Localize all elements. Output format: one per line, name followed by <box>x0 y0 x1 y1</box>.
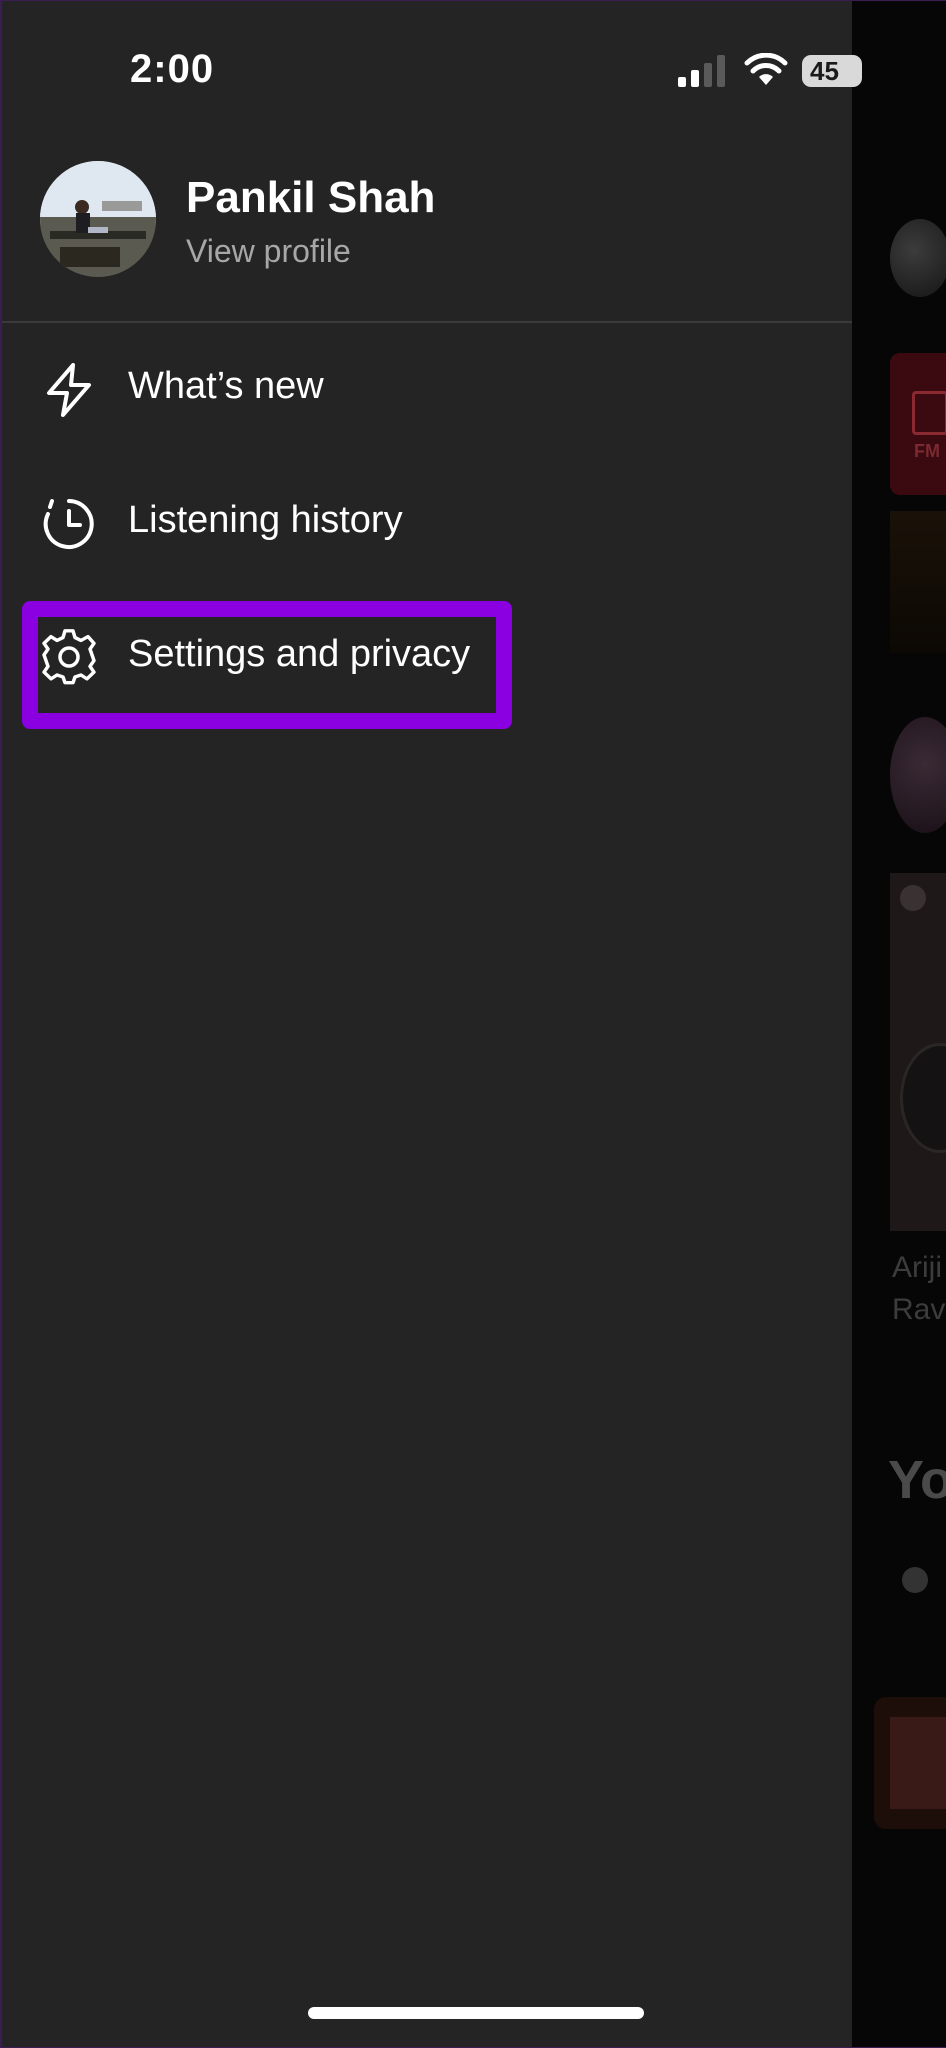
divider <box>2 321 852 323</box>
menu-item-listening-history[interactable]: Listening history <box>40 483 820 573</box>
clock-history-icon <box>43 499 94 549</box>
side-drawer: 2:00 45 Pankil Shah View profile What’s … <box>2 1 862 2047</box>
background-card-text-1: Ariji <box>892 1251 942 1284</box>
radio-logo-icon <box>912 391 946 435</box>
spotify-logo-icon <box>900 885 926 911</box>
background-card-image <box>900 1043 946 1153</box>
battery-level: 45 <box>810 56 839 86</box>
background-card-text-2: Ravi <box>892 1293 946 1326</box>
home-indicator[interactable] <box>308 2007 644 2019</box>
background-section-heading: Yo <box>888 1450 946 1510</box>
view-profile-link[interactable]: View profile <box>186 233 351 270</box>
background-fm-text: FM <box>914 441 940 461</box>
avatar-photo <box>40 161 156 277</box>
background-app-overlay[interactable]: FM Ariji Ravi Yo <box>852 1 946 2047</box>
cellular-signal-icon <box>678 55 725 87</box>
menu-item-label: Listening history <box>128 499 403 541</box>
profile-header[interactable]: Pankil Shah View profile <box>40 161 820 285</box>
background-card-image <box>890 1717 946 1809</box>
menu-item-whats-new[interactable]: What’s new <box>40 349 820 439</box>
background-card-playlist <box>890 873 946 1231</box>
background-card-album <box>890 511 946 653</box>
status-time: 2:00 <box>130 47 215 91</box>
spotify-logo-icon <box>902 1567 928 1593</box>
wifi-icon <box>744 53 788 85</box>
background-artist-avatar <box>890 717 946 833</box>
battery-icon: 45 <box>802 55 862 87</box>
status-bar: 2:00 45 <box>2 1 862 141</box>
profile-name: Pankil Shah <box>186 173 436 222</box>
background-card-radio: FM <box>890 353 946 495</box>
background-avatar <box>890 219 946 297</box>
avatar[interactable] <box>40 161 156 277</box>
menu-item-label: What’s new <box>128 365 324 407</box>
lightning-icon <box>47 363 91 417</box>
background-card-bottom <box>874 1697 946 1829</box>
annotation-highlight-box <box>22 601 512 729</box>
screen: FM Ariji Ravi Yo 2:00 <box>0 0 946 2048</box>
